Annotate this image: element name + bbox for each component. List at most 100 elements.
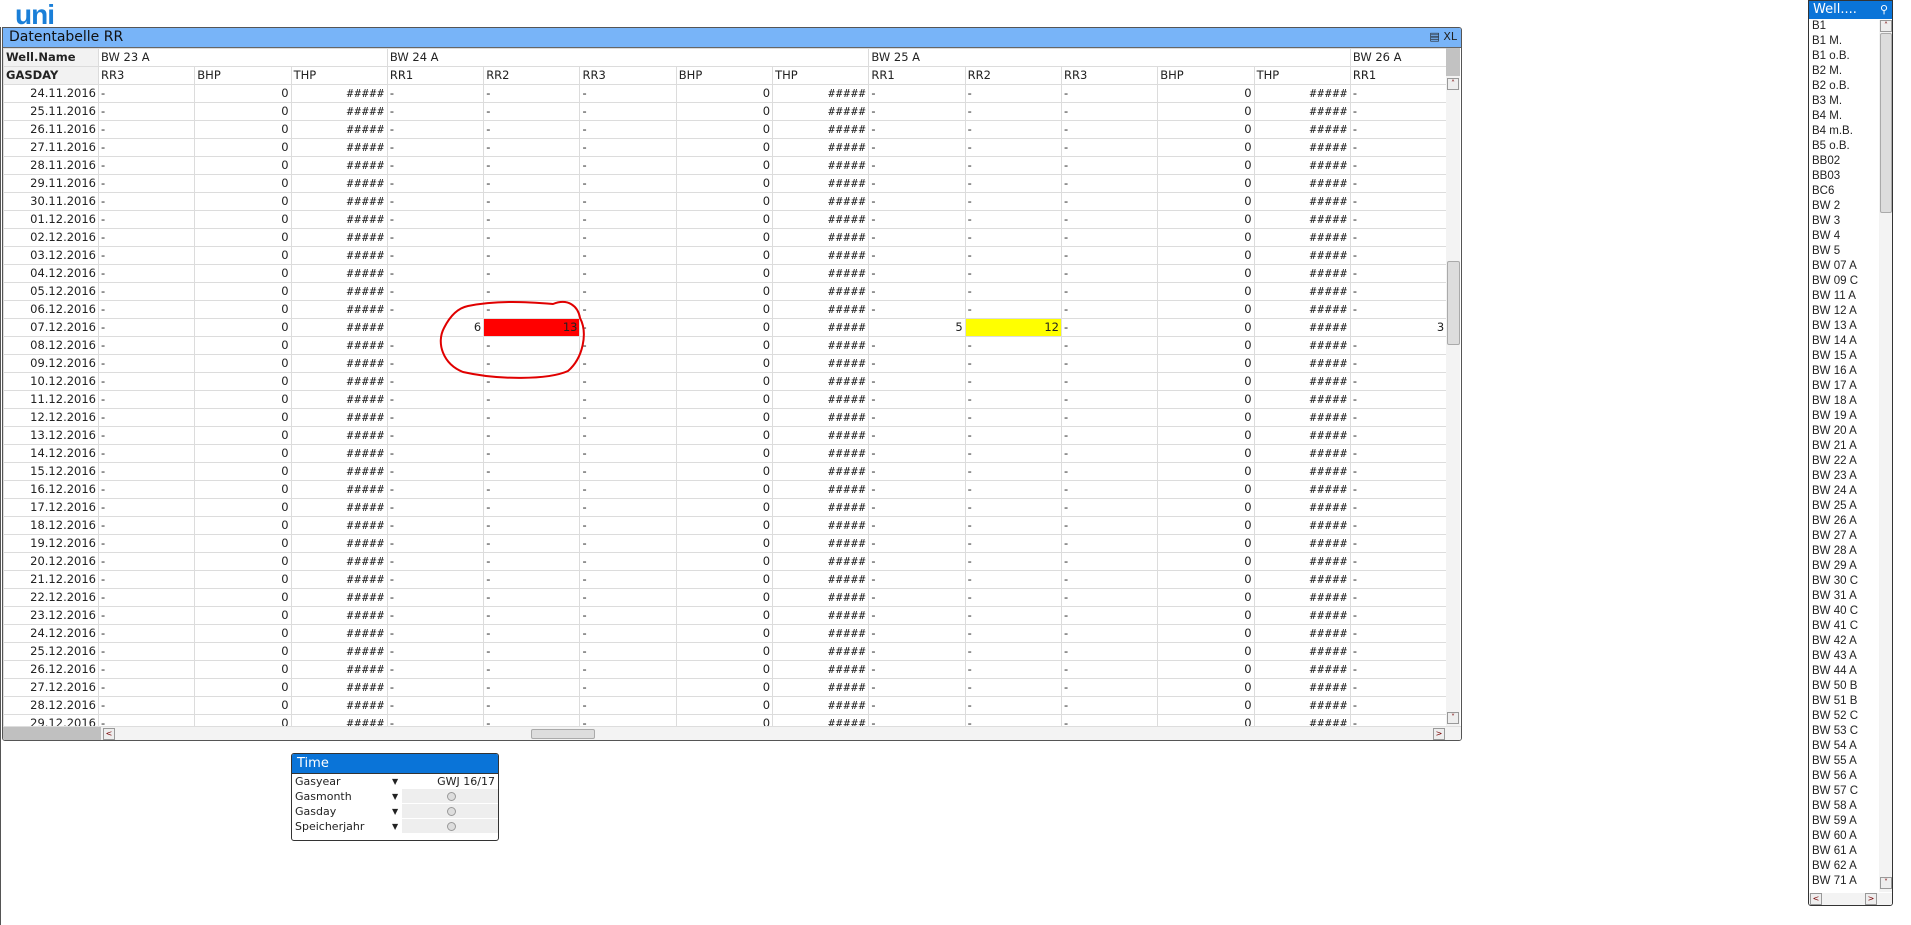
scroll-right-icon[interactable]: > — [1865, 893, 1877, 905]
value-cell: 0 — [194, 372, 292, 391]
value-cell: - — [579, 102, 677, 121]
table-row: 15.12.2016-0 ##### - - -0 ##### - - -0 ##### - — [3, 462, 1446, 481]
value-cell: ##### — [1253, 120, 1351, 139]
value-cell: - — [1349, 156, 1446, 175]
value-cell: 0 — [1157, 336, 1255, 355]
value-cell: - — [868, 606, 966, 625]
value-cell: - — [868, 714, 966, 726]
value-cell: - — [1060, 390, 1159, 409]
value-cell: - — [964, 498, 1062, 517]
time-field-row[interactable]: Gasmonth ▼ — [292, 789, 498, 804]
scroll-up-icon[interactable]: ˄ — [1880, 20, 1892, 32]
horizontal-scrollbar[interactable]: < > — [3, 726, 1461, 740]
value-cell: ##### — [772, 570, 870, 589]
value-cell: ##### — [1253, 228, 1351, 247]
value-cell: ##### — [772, 210, 870, 229]
table-row: 02.12.2016-0 ##### - - -0 ##### - - -0 ##### - — [3, 228, 1446, 247]
time-field-value[interactable] — [402, 804, 498, 818]
xl-export-icon[interactable]: XL — [1443, 30, 1457, 43]
value-cell: - — [964, 390, 1062, 409]
scroll-left-icon[interactable]: < — [1810, 893, 1822, 905]
listbox-horizontal-scrollbar[interactable]: < > — [1809, 893, 1892, 905]
value-cell: - — [97, 372, 196, 391]
value-cell: - — [1349, 228, 1446, 247]
value-cell: - — [964, 372, 1062, 391]
time-field-row[interactable]: Gasyear ▼ GWJ 16/17 — [292, 774, 498, 789]
value-cell: - — [483, 714, 581, 726]
gasday-cell: 29.11.2016 — [3, 174, 99, 193]
value-cell: ##### — [290, 228, 388, 247]
value-cell: 0 — [194, 462, 292, 481]
scroll-down-icon[interactable]: ˅ — [1880, 877, 1892, 889]
value-cell: - — [483, 408, 581, 427]
listbox-vertical-scrollbar[interactable]: ˄ ˅ — [1879, 20, 1892, 892]
search-icon[interactable]: ⚲ — [1880, 1, 1888, 19]
value-cell: - — [97, 714, 196, 726]
table-row: 09.12.2016-0 ##### - - -0 ##### - - -0 ##### - — [3, 354, 1446, 373]
value-cell: - — [1060, 714, 1159, 726]
time-field-value[interactable]: GWJ 16/17 — [402, 774, 498, 788]
dropdown-arrow-icon[interactable]: ▼ — [392, 804, 398, 819]
time-field-value[interactable] — [402, 819, 498, 833]
value-cell: - — [868, 588, 966, 607]
dropdown-arrow-icon[interactable]: ▼ — [392, 774, 398, 789]
value-cell: ##### — [1253, 588, 1351, 607]
gasday-cell: 15.12.2016 — [3, 462, 99, 481]
dropdown-arrow-icon[interactable]: ▼ — [392, 819, 398, 834]
value-cell: - — [579, 246, 677, 265]
time-field-row[interactable]: Speicherjahr ▼ — [292, 819, 498, 834]
scroll-up-icon[interactable]: ˄ — [1447, 78, 1459, 90]
column-header: BHP — [675, 66, 774, 85]
table-row: 28.11.2016-0 ##### - - -0 ##### - - -0 ##### - — [3, 156, 1446, 175]
scroll-left-icon[interactable]: < — [103, 728, 115, 740]
value-cell: - — [579, 480, 677, 499]
well-header[interactable]: BW 26 A — [1349, 48, 1446, 67]
table-row: 23.12.2016-0 ##### - - -0 ##### - - -0 ##### - — [3, 606, 1446, 625]
value-cell: - — [483, 624, 581, 643]
vertical-scrollbar[interactable]: ˄ ˅ — [1446, 48, 1460, 728]
value-cell: ##### — [290, 246, 388, 265]
value-cell: ##### — [290, 282, 388, 301]
value-cell: ##### — [290, 120, 388, 139]
value-cell: ##### — [772, 588, 870, 607]
value-cell: - — [386, 624, 485, 643]
value-cell: ##### — [290, 552, 388, 571]
value-cell: - — [386, 390, 485, 409]
time-field-row[interactable]: Gasday ▼ — [292, 804, 498, 819]
scroll-right-icon[interactable]: > — [1433, 728, 1445, 740]
value-cell: ##### — [290, 660, 388, 679]
value-cell: - — [386, 156, 485, 175]
value-cell: 0 — [1157, 552, 1255, 571]
table-row: 01.12.2016-0 ##### - - -0 ##### - - -0 ##### - — [3, 210, 1446, 229]
value-cell: 0 — [675, 642, 774, 661]
dropdown-arrow-icon[interactable]: ▼ — [392, 789, 398, 804]
value-cell: - — [868, 210, 966, 229]
value-cell: - — [964, 570, 1062, 589]
scroll-down-icon[interactable]: ˅ — [1447, 712, 1459, 724]
value-cell: - — [868, 174, 966, 193]
scroll-thumb[interactable] — [1447, 261, 1460, 345]
listbox-scroll-thumb[interactable] — [1880, 33, 1892, 213]
value-cell: - — [386, 660, 485, 679]
value-cell: 0 — [675, 426, 774, 445]
value-cell: - — [1060, 264, 1159, 283]
well-header[interactable]: BW 25 A — [868, 48, 1351, 67]
well-header[interactable]: BW 23 A — [98, 48, 388, 67]
value-cell: ##### — [772, 246, 870, 265]
print-icon[interactable]: ▤ — [1429, 30, 1439, 43]
well-header[interactable]: BW 24 A — [386, 48, 870, 67]
value-cell: - — [97, 300, 196, 319]
gasday-cell: 20.12.2016 — [3, 552, 99, 571]
value-cell: - — [1060, 300, 1159, 319]
scroll-thumb-horizontal[interactable] — [531, 729, 595, 739]
value-cell: - — [386, 480, 485, 499]
value-cell: - — [868, 336, 966, 355]
value-cell: 0 — [194, 426, 292, 445]
value-cell: 0 — [675, 120, 774, 139]
value-cell: ##### — [290, 678, 388, 697]
value-cell: ##### — [290, 102, 388, 121]
table-row: 30.11.2016-0 ##### - - -0 ##### - - -0 ##### - — [3, 192, 1446, 211]
time-field-value[interactable] — [402, 789, 498, 803]
value-cell: - — [964, 120, 1062, 139]
value-cell: ##### — [290, 390, 388, 409]
